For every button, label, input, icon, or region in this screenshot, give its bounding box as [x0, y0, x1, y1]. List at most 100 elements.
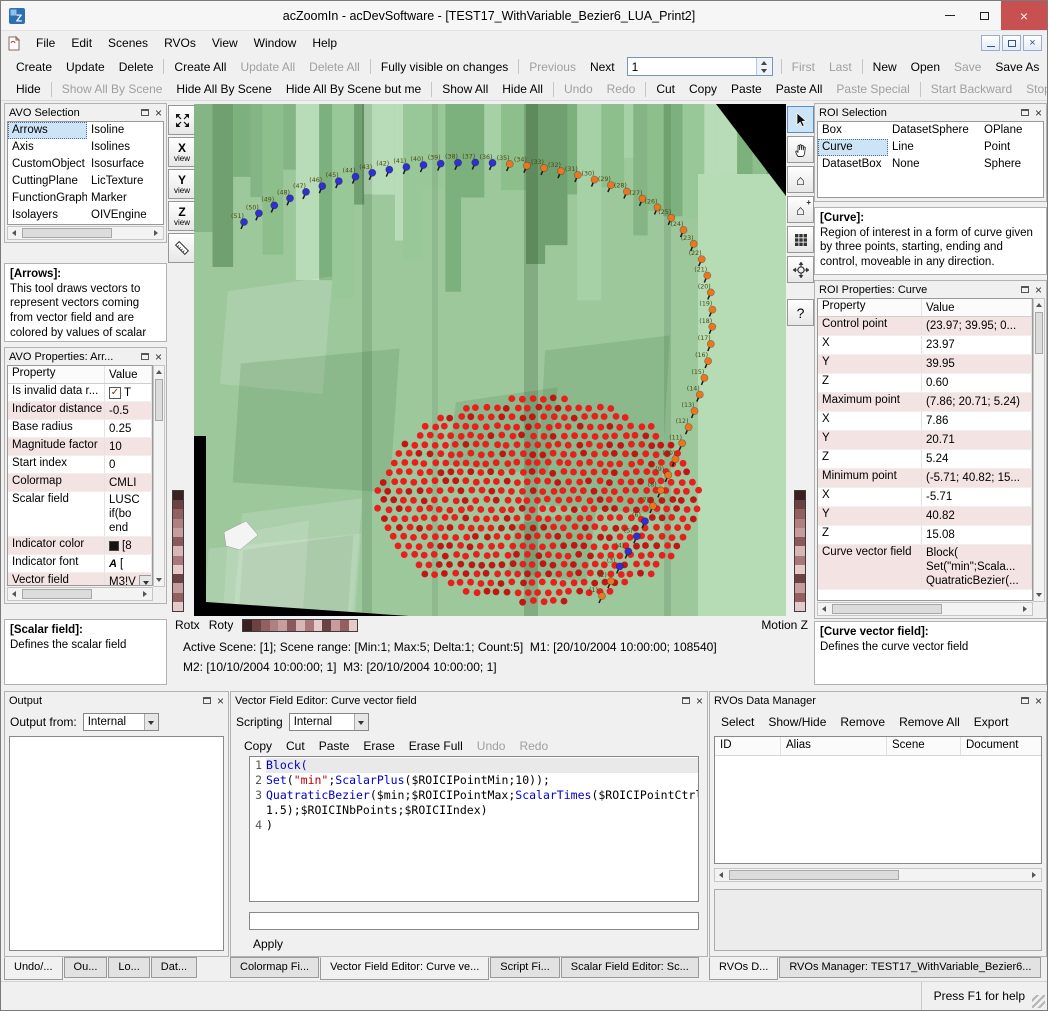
home-view-button[interactable]: ⌂ — [787, 166, 814, 193]
roi-item-sphere[interactable]: Sphere — [980, 156, 1042, 173]
avo-item-marker[interactable]: Marker — [87, 190, 164, 207]
property-row-minimum-point[interactable]: Minimum point(-5.71; 40.82; 15... — [818, 469, 1032, 488]
editor-button-undo[interactable]: Undo — [470, 736, 513, 756]
toolbar-button-start-backward[interactable]: Start Backward — [924, 79, 1019, 99]
mdi-close-button[interactable]: × — [1023, 35, 1042, 51]
curve-point[interactable] — [649, 502, 656, 509]
toolbar-button-save-as[interactable]: Save As — [988, 57, 1046, 77]
tab-colormap-fi[interactable]: Colormap Fi... — [230, 957, 319, 978]
property-row-indicator-distance[interactable]: Indicator distance-0.5 — [8, 402, 152, 420]
column-header-alias[interactable]: Alias — [781, 737, 887, 755]
toolbar-button-next[interactable]: Next — [583, 57, 622, 77]
curve-point[interactable] — [657, 487, 664, 494]
panel-titlebar[interactable]: RVOs Data Manager × — [710, 692, 1046, 709]
scroll-right-icon[interactable] — [149, 227, 163, 239]
toolbar-button-hide-all[interactable]: Hide All — [495, 79, 550, 99]
panel-titlebar[interactable]: AVO Selection × — [5, 104, 166, 121]
roi-item-curve[interactable]: Curve — [818, 139, 888, 156]
panel-titlebar[interactable]: ROI Selection × — [815, 104, 1046, 121]
rvos-button-export[interactable]: Export — [967, 713, 1016, 731]
help-button[interactable]: ? — [787, 299, 814, 326]
close-panel-icon[interactable]: × — [1035, 695, 1042, 707]
property-row-z[interactable]: Z5.24 — [818, 450, 1032, 469]
set-home-view-button[interactable]: ⌂+ — [787, 196, 814, 223]
property-row-x[interactable]: X23.97 — [818, 336, 1032, 355]
rvos-table[interactable]: IDAliasSceneDocument — [714, 736, 1042, 864]
close-panel-icon[interactable]: × — [696, 695, 703, 707]
close-panel-icon[interactable]: × — [1035, 107, 1042, 119]
tab-script-fi[interactable]: Script Fi... — [490, 957, 560, 978]
avo-item-isolines[interactable]: Isolines — [87, 139, 164, 156]
editor-button-erase-full[interactable]: Erase Full — [402, 736, 470, 756]
titlebar[interactable]: Z acZoomIn - acDevSoftware - [TEST17_Wit… — [1, 1, 1047, 31]
curve-point[interactable] — [641, 518, 648, 525]
avo-item-lictexture[interactable]: LicTexture — [87, 173, 164, 190]
scroll-down-icon[interactable] — [154, 574, 164, 586]
apply-button[interactable]: Apply — [249, 935, 287, 953]
editor-button-cut[interactable]: Cut — [279, 736, 312, 756]
scroll-up-icon[interactable] — [154, 366, 164, 378]
script-command-input[interactable] — [249, 912, 699, 930]
toolbar-button-paste-all[interactable]: Paste All — [769, 79, 830, 99]
scrollbar-thumb[interactable] — [155, 379, 163, 421]
curve-point[interactable] — [633, 533, 640, 540]
close-panel-icon[interactable]: × — [1035, 284, 1042, 296]
avo-item-arrows[interactable]: Arrows — [8, 122, 87, 139]
script-code-editor[interactable]: 1Block(2Set("min";ScalarPlus($ROICIPoint… — [249, 756, 699, 902]
float-panel-icon[interactable] — [141, 109, 149, 116]
toolbar-button-first[interactable]: First — [785, 57, 822, 77]
float-panel-icon[interactable] — [1021, 697, 1029, 704]
toolbar-button-paste[interactable]: Paste — [724, 79, 769, 99]
column-header-document[interactable]: Document — [961, 737, 1041, 755]
property-row-is-invalid-data-r[interactable]: Is invalid data r...✓T — [8, 384, 152, 402]
property-row-scalar-field[interactable]: Scalar fieldLUSCif(boend — [8, 492, 152, 537]
scrollbar-thumb[interactable] — [1035, 312, 1043, 354]
spinner-down-icon[interactable] — [757, 67, 772, 76]
fit-view-button[interactable] — [168, 105, 196, 135]
tab-scalar-field-editor-sc[interactable]: Scalar Field Editor: Sc... — [561, 957, 699, 978]
avo-item-axis[interactable]: Axis — [8, 139, 87, 156]
property-row-y[interactable]: Y40.82 — [818, 507, 1032, 526]
scroll-down-icon[interactable] — [1034, 589, 1044, 601]
scrollbar-thumb[interactable] — [729, 870, 899, 880]
column-header-value[interactable]: Value — [922, 299, 1032, 316]
property-row-y[interactable]: Y39.95 — [818, 355, 1032, 374]
roty-label[interactable]: Roty — [209, 618, 234, 632]
3d-viewport[interactable]: (51)(50)(49)(48)(47)(46)(45)(44)(43)(42)… — [194, 104, 786, 616]
pointer-tool-button[interactable] — [787, 106, 814, 133]
maximize-button[interactable] — [967, 1, 1001, 30]
code-line[interactable]: 1.5);$ROICINbPoints;$ROICIIndex) — [250, 803, 698, 818]
roi-item-none[interactable]: None — [888, 156, 980, 173]
property-row-x[interactable]: X7.86 — [818, 412, 1032, 431]
curve-point[interactable] — [616, 563, 623, 570]
panel-titlebar[interactable]: AVO Properties: Arr... × — [5, 348, 166, 365]
code-line[interactable]: 1Block( — [250, 758, 698, 773]
z-view-button[interactable]: Z view — [168, 201, 196, 231]
page-number-input[interactable] — [628, 58, 756, 75]
toolbar-button-delete[interactable]: Delete — [112, 57, 161, 77]
property-row-vector-field[interactable]: Vector fieldM3!V — [8, 573, 152, 586]
scroll-left-icon[interactable] — [715, 869, 729, 881]
mdi-restore-button[interactable] — [1002, 35, 1021, 51]
menu-edit[interactable]: Edit — [63, 33, 100, 53]
menu-window[interactable]: Window — [246, 33, 305, 53]
tab-vector-field-editor-curve-ve[interactable]: Vector Field Editor: Curve ve... — [320, 957, 489, 980]
vertical-scrollbar[interactable] — [1033, 298, 1045, 602]
page-spinner[interactable] — [627, 57, 773, 76]
menu-file[interactable]: File — [28, 33, 63, 53]
output-log-list[interactable] — [9, 736, 224, 951]
scrollbar-thumb[interactable] — [22, 228, 112, 238]
property-row-base-radius[interactable]: Base radius0.25 — [8, 420, 152, 438]
editor-button-paste[interactable]: Paste — [312, 736, 357, 756]
toolbar-button-last[interactable]: Last — [822, 57, 859, 77]
toolbar-button-show-all[interactable]: Show All — [435, 79, 495, 99]
pan-hand-button[interactable] — [787, 136, 814, 163]
rotate-move-button[interactable] — [787, 256, 814, 283]
document-icon[interactable] — [7, 36, 21, 51]
toolbar-button-save[interactable]: Save — [947, 57, 988, 77]
editor-button-copy[interactable]: Copy — [237, 736, 279, 756]
roi-item-datasetsphere[interactable]: DatasetSphere — [888, 122, 980, 139]
toolbar-button-update-all[interactable]: Update All — [233, 57, 302, 77]
rvos-button-remove-all[interactable]: Remove All — [892, 713, 967, 731]
toolbar-button-open[interactable]: Open — [904, 57, 947, 77]
